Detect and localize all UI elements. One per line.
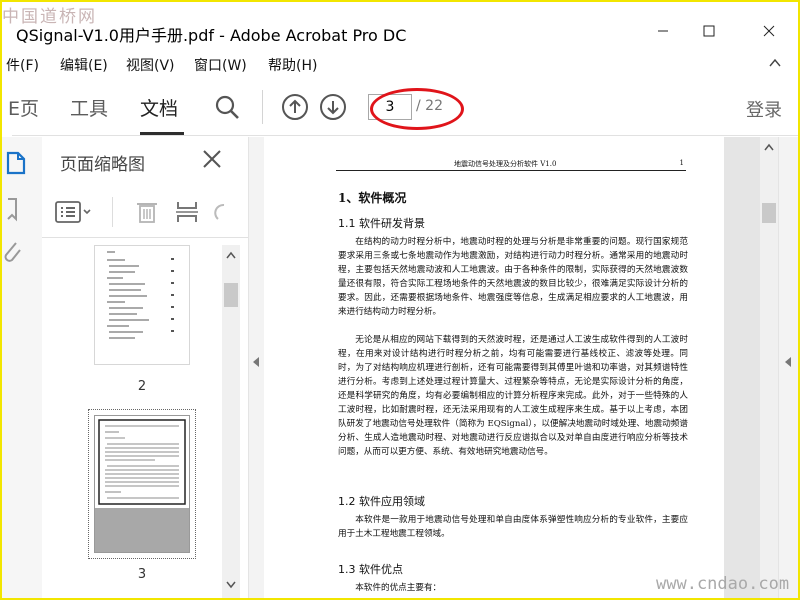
options-menu-icon[interactable] [54, 199, 94, 225]
thumbnail-page-2[interactable] [94, 245, 190, 365]
previous-page-icon[interactable] [282, 94, 308, 120]
scroll-up-icon[interactable] [764, 143, 774, 151]
delete-page-icon[interactable] [134, 199, 160, 225]
thumbnail-scrollbar[interactable] [222, 245, 240, 598]
main-toolbar: E页 工具 文档 3 / 22 登录 [8, 80, 798, 136]
page-header-number: 1 [679, 159, 684, 167]
close-window-icon[interactable] [754, 16, 784, 46]
tab-home[interactable]: E页 [8, 94, 39, 121]
document-view: 地震动信号处理及分析软件 V1.0 1 1、软件概况 1.1 软件研发背景 在结… [264, 137, 760, 598]
thumbnail-page-3-preview [95, 419, 189, 552]
panel-title: 页面缩略图 [60, 155, 145, 175]
panel-collapse-rail[interactable] [248, 137, 264, 598]
thumbnail-number: 3 [137, 567, 147, 582]
menu-bar: 件(F) 编辑(E) 视图(V) 窗口(W) 帮助(H) [2, 50, 798, 78]
close-panel-icon[interactable] [200, 147, 224, 171]
panel-toolbar [54, 195, 244, 231]
collapse-menu-icon[interactable] [768, 56, 782, 70]
page-thumbnails-icon[interactable] [2, 149, 32, 177]
scrollbar-thumb[interactable] [762, 203, 776, 223]
menu-edit[interactable]: 编辑(E) [60, 55, 108, 75]
highlight-annotation-oval [370, 88, 464, 130]
active-tab-indicator [140, 132, 184, 135]
thumbnail-number: 2 [137, 379, 147, 394]
page-header-title: 地震动信号处理及分析软件 V1.0 [454, 160, 557, 168]
subsection-heading: 1.1 软件研发背景 [338, 217, 425, 230]
tab-document[interactable]: 文档 [140, 94, 178, 121]
title-bar: 中国道桥网 QSignal-V1.0用户手册.pdf - Adobe Acrob… [2, 2, 798, 46]
thumbnail-list: 2 3 [42, 245, 222, 598]
panel-divider [42, 237, 248, 238]
insert-page-icon[interactable] [174, 199, 200, 225]
subsection-heading: 1.3 软件优点 [338, 563, 403, 576]
section-heading: 1、软件概况 [338, 191, 407, 205]
menu-help[interactable]: 帮助(H) [268, 55, 317, 75]
search-icon[interactable] [214, 94, 240, 120]
thumbnail-page-3[interactable] [94, 415, 190, 553]
scroll-up-icon[interactable] [226, 251, 236, 259]
menu-view[interactable]: 视图(V) [126, 55, 175, 75]
attachments-icon[interactable] [2, 237, 32, 265]
site-watermark: www.cndao.com [656, 574, 790, 594]
paragraph: 本软件是一款用于地震动信号处理和单自由度体系弹塑性响应分析的专业软件，主要应用于… [338, 515, 688, 539]
menu-window[interactable]: 窗口(W) [194, 55, 247, 75]
tab-tools[interactable]: 工具 [70, 94, 108, 121]
minimize-icon[interactable] [648, 16, 678, 46]
rotate-page-icon[interactable] [210, 199, 230, 225]
document-scrollbar[interactable] [760, 137, 778, 598]
expand-right-pane-icon[interactable] [785, 357, 791, 367]
toolbar-divider [262, 90, 263, 124]
subsection-heading: 1.2 软件应用领域 [338, 495, 425, 508]
login-button[interactable]: 登录 [746, 96, 782, 122]
scroll-down-icon[interactable] [226, 581, 236, 589]
paragraph: 本软件的优点主要有： [355, 583, 442, 593]
menu-file[interactable]: 件(F) [6, 55, 39, 75]
window-title: QSignal-V1.0用户手册.pdf - Adobe Acrobat Pro… [16, 26, 407, 45]
thumbnail-page-2-preview [107, 251, 174, 339]
next-page-icon[interactable] [320, 94, 346, 120]
right-pane-rail[interactable] [778, 137, 798, 598]
maximize-icon[interactable] [694, 16, 724, 46]
paragraph: 无论是从相应的网站下载得到的天然波时程，还是通过人工波生成软件得到的人工波时程，… [338, 335, 688, 457]
scrollbar-thumb[interactable] [224, 283, 238, 307]
page-header: 地震动信号处理及分析软件 V1.0 1 [336, 159, 686, 171]
bookmarks-icon[interactable] [2, 195, 32, 223]
navigation-strip [2, 137, 42, 598]
thumbnails-panel: 页面缩略图 2 3 [42, 137, 248, 598]
paragraph: 在结构的动力时程分析中，地震动时程的处理与分析是非常重要的问题。现行国家规范要求… [338, 237, 688, 317]
document-page: 地震动信号处理及分析软件 V1.0 1 1、软件概况 1.1 软件研发背景 在结… [264, 137, 724, 598]
panel-tools-divider [112, 197, 113, 227]
collapse-left-icon[interactable] [253, 357, 259, 367]
